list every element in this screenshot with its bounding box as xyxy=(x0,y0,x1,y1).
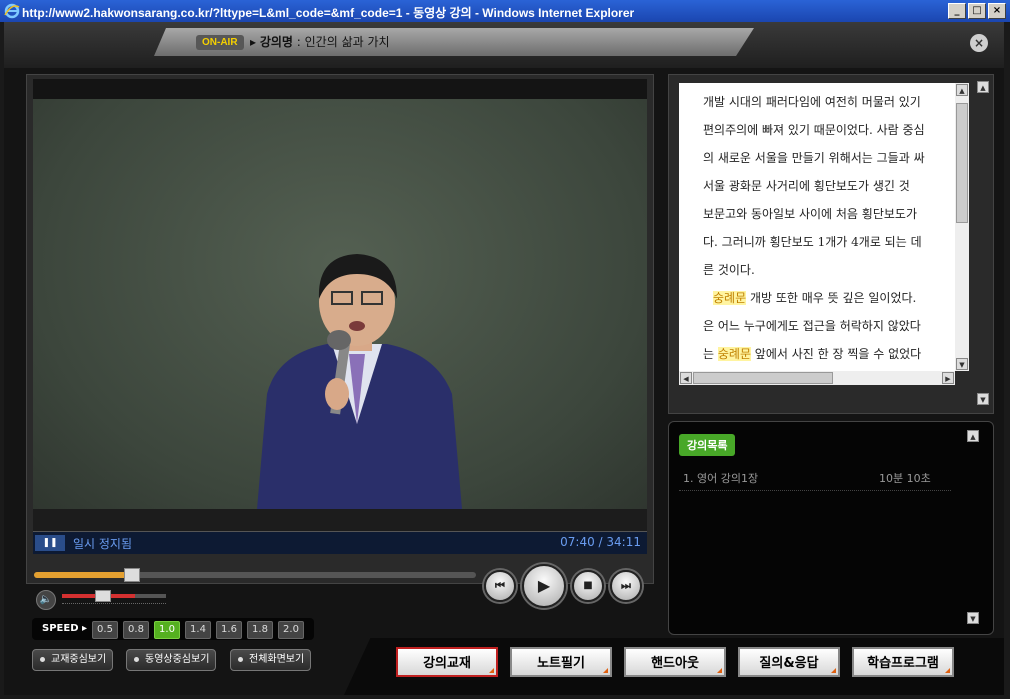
volume-ticks xyxy=(62,603,166,605)
textbook-line: 서울 광화문 사거리에 횡단보도가 생긴 것 xyxy=(703,179,910,193)
textbook-vscroll-thumb[interactable] xyxy=(956,103,968,223)
video-view-button[interactable]: 동영상중심보기 xyxy=(126,649,217,671)
minimize-button[interactable]: _ xyxy=(948,3,966,19)
player-time: 07:40 / 34:11 xyxy=(560,535,641,549)
textbook-line: 다. 그러니까 횡단보도 1개가 4개로 되는 데 xyxy=(703,235,922,249)
tab-handout[interactable]: 핸드아웃 xyxy=(624,647,726,677)
window-titlebar: http://www2.hakwonsarang.co.kr/?lttype=L… xyxy=(0,0,1010,22)
textbook-line: 의 새로운 서울을 만들기 위해서는 그들과 싸 xyxy=(703,151,925,165)
textbook-line-text: 앞에서 사진 한 장 찍을 수 없었다 xyxy=(750,347,922,361)
textbook-line: 은 어느 누구에게도 접근을 허락하지 않았다 xyxy=(703,319,921,333)
volume-slider-thumb[interactable] xyxy=(94,590,111,602)
textbook-vscrollbar[interactable]: ▲ ▼ xyxy=(955,83,969,371)
chalkboard-ledge xyxy=(33,509,647,531)
fullscreen-view-button[interactable]: 전체화면보기 xyxy=(230,649,312,671)
prev-button[interactable]: ⏮ xyxy=(484,570,516,602)
player-frame: ON-AIR ▸ 강의명 : 인간의 삶과 가치 × ❚❚ 일시 정지됨 07:… xyxy=(4,22,1004,695)
lecturer-figure xyxy=(257,254,462,509)
highlight-term: 숭례문 xyxy=(717,347,751,361)
player-close-button[interactable]: × xyxy=(970,34,988,52)
lecture-item-title: 1. 영어 강의1장 xyxy=(683,472,759,485)
ie-logo-icon xyxy=(4,3,20,19)
lecture-title-text: : 인간의 삶과 가치 xyxy=(292,35,390,49)
textbook-hscroll-thumb[interactable] xyxy=(693,372,833,384)
speed-label: SPEED ▸ xyxy=(42,623,87,634)
panel-up-icon[interactable]: ▲ xyxy=(977,81,989,93)
speed-option-1-0[interactable]: 1.0 xyxy=(154,621,180,639)
player-header: ON-AIR ▸ 강의명 : 인간의 삶과 가치 × xyxy=(4,22,1004,68)
player-status-text: 일시 정지됨 xyxy=(73,537,133,551)
textbook-line: 편의주의에 빠져 있기 때문이었다. 사람 중심 xyxy=(703,123,925,137)
textbook-panel: 개발 시대의 패러다임에 여전히 머물러 있기 편의주의에 빠져 있기 때문이었… xyxy=(668,74,994,414)
lecture-list-item[interactable]: 1. 영어 강의1장 10분 10초 xyxy=(679,464,951,491)
seek-bar-fill xyxy=(34,572,132,578)
textbook-line: 른 것이다. xyxy=(703,263,755,277)
speed-option-0-8[interactable]: 0.8 xyxy=(123,621,149,639)
speed-option-2-0[interactable]: 2.0 xyxy=(278,621,304,639)
speed-option-1-8[interactable]: 1.8 xyxy=(247,621,273,639)
seek-bar-thumb[interactable] xyxy=(124,568,141,582)
play-button[interactable]: ▶ xyxy=(522,564,566,608)
tab-notes[interactable]: 노트필기 xyxy=(510,647,612,677)
speed-bar: SPEED ▸ 0.5 0.8 1.0 1.4 1.6 1.8 2.0 xyxy=(32,618,314,640)
textbook-view-button[interactable]: 교재중심보기 xyxy=(32,649,114,671)
tab-textbook[interactable]: 강의교재 xyxy=(396,647,498,677)
video-area[interactable] xyxy=(33,79,647,531)
video-panel: ❚❚ 일시 정지됨 07:40 / 34:11 xyxy=(26,74,654,584)
textbook-line: 는 숭례문 앞에서 사진 한 장 찍을 수 없었다 xyxy=(703,345,921,362)
player-status-bar: ❚❚ 일시 정지됨 07:40 / 34:11 xyxy=(33,531,647,554)
scroll-right-icon[interactable]: ▶ xyxy=(942,372,954,384)
volume-icon[interactable]: 🔈 xyxy=(36,590,56,610)
list-down-icon[interactable]: ▼ xyxy=(967,612,979,624)
lecture-title-label: 강의명 xyxy=(259,35,293,49)
header-tab xyxy=(154,28,754,56)
window-title: http://www2.hakwonsarang.co.kr/?lttype=L… xyxy=(22,6,635,20)
textbook-hscrollbar[interactable]: ◀ ▶ xyxy=(679,371,955,385)
scroll-up-icon[interactable]: ▲ xyxy=(956,84,968,96)
textbook-line: 개발 시대의 패러다임에 여전히 머물러 있기 xyxy=(703,95,921,109)
pause-status-icon[interactable]: ❚❚ xyxy=(35,535,65,551)
stop-button[interactable]: ■ xyxy=(572,570,604,602)
speed-option-0-5[interactable]: 0.5 xyxy=(92,621,118,639)
panel-down-icon[interactable]: ▼ xyxy=(977,393,989,405)
lecture-list-panel: 강의목록 1. 영어 강의1장 10분 10초 ▲ ▼ xyxy=(668,421,994,635)
lecture-list-tab[interactable]: 강의목록 xyxy=(679,434,736,456)
list-up-icon[interactable]: ▲ xyxy=(967,430,979,442)
volume-slider[interactable] xyxy=(62,590,166,602)
lecture-title: ▸ 강의명 : 인간의 삶과 가치 xyxy=(250,35,390,49)
next-button[interactable]: ⏭ xyxy=(610,570,642,602)
highlight-term: 숭례문 xyxy=(713,291,747,305)
tab-study-program[interactable]: 학습프로그램 xyxy=(852,647,954,677)
window-close-button[interactable]: × xyxy=(988,3,1006,19)
maximize-button[interactable]: □ xyxy=(968,3,986,19)
textbook-page: 개발 시대의 패러다임에 여전히 머물러 있기 편의주의에 빠져 있기 때문이었… xyxy=(679,83,955,371)
textbook-line: 숭례문 개방 또한 매우 뜻 깊은 일이었다. xyxy=(713,289,916,306)
speed-option-1-4[interactable]: 1.4 xyxy=(185,621,211,639)
scroll-down-icon[interactable]: ▼ xyxy=(956,358,968,370)
tab-qna[interactable]: 질의&응답 xyxy=(738,647,840,677)
textbook-line: 보문고와 동아일보 사이에 처음 횡단보도가 xyxy=(703,207,917,221)
speed-option-1-6[interactable]: 1.6 xyxy=(216,621,242,639)
on-air-badge: ON-AIR xyxy=(196,35,244,50)
scroll-left-icon[interactable]: ◀ xyxy=(680,372,692,384)
textbook-line-text: 개방 또한 매우 뜻 깊은 일이었다. xyxy=(746,291,917,305)
seek-bar[interactable] xyxy=(34,568,476,582)
lecture-item-duration: 10분 10초 xyxy=(879,472,931,485)
textbook-line-text: 는 xyxy=(703,347,718,361)
